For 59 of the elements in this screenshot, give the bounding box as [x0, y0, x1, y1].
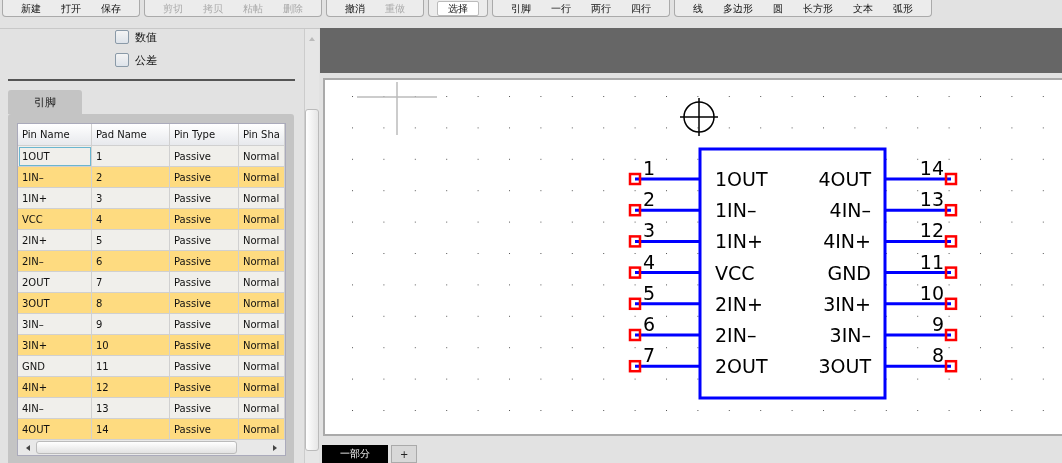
toolbar-button[interactable]: 保存 — [91, 0, 131, 16]
toolbar-button[interactable]: 选择 — [437, 0, 479, 16]
scroll-left-icon[interactable] — [24, 443, 32, 452]
pin-name: 1IN+ — [715, 230, 763, 253]
pin-name: 3IN+ — [823, 292, 871, 315]
panel-tab[interactable]: 引脚 — [8, 90, 82, 114]
toolbar-button[interactable]: 圆 — [763, 0, 793, 16]
pin-number: 2 — [643, 188, 656, 210]
checkbox-label: 数值 — [135, 29, 157, 45]
toolbar-button[interactable]: 一行 — [541, 0, 581, 16]
pin-name: 3OUT — [818, 355, 871, 377]
toolbar-button[interactable]: 线 — [683, 0, 713, 16]
toolbar-button[interactable]: 打开 — [51, 0, 91, 16]
drawing-canvas[interactable]: 1 1OUT 2 1IN– 3 1IN+ 4 VCC 5 2IN+ 6 2IN– 7 2OUT 14 4OUT 13 4IN– 12 4IN+ 11 GND 10 3IN+ 9 3IN– 8 3OUT — [323, 77, 1062, 436]
pin-name: 1OUT — [715, 167, 768, 190]
crosshair-cursor-icon — [356, 81, 438, 136]
pin-number: 13 — [919, 188, 944, 210]
sheet-tab[interactable]: + — [391, 445, 418, 463]
pin-number: 14 — [919, 156, 944, 179]
pin-name: 4IN+ — [823, 230, 871, 253]
sheet-tab[interactable]: 一部分 — [322, 445, 388, 463]
checkbox[interactable] — [115, 30, 129, 44]
pin-number: 12 — [919, 219, 944, 242]
pin-number: 6 — [643, 312, 656, 335]
pin-number: 1 — [643, 156, 656, 179]
pin-name: 4IN– — [829, 199, 871, 221]
toolbar-button[interactable]: 文本 — [843, 0, 883, 16]
pin-number: 11 — [919, 250, 944, 273]
scroll-right-icon[interactable] — [271, 443, 279, 452]
pin-name: 2IN+ — [715, 292, 763, 315]
pin-number: 9 — [931, 312, 944, 335]
origin-target-icon — [679, 97, 719, 137]
checkbox-label: 公差 — [135, 52, 157, 68]
pin-number: 3 — [643, 219, 656, 242]
toolbar-button[interactable]: 两行 — [581, 0, 621, 16]
toolbar-button[interactable]: 新建 — [11, 0, 51, 16]
toolbar-button[interactable]: 弧形 — [883, 0, 923, 16]
pin-name: GND — [827, 261, 871, 284]
checkbox[interactable] — [115, 53, 129, 67]
pin-name: VCC — [715, 261, 755, 284]
pin-number: 5 — [643, 281, 656, 304]
pin-name: 1IN– — [715, 199, 757, 221]
pin-name: 4OUT — [818, 167, 871, 190]
pin-number: 8 — [931, 344, 944, 366]
toolbar-button[interactable]: 四行 — [621, 0, 661, 16]
vertical-scrollbar[interactable] — [304, 29, 319, 463]
toolbar-button[interactable]: 长方形 — [793, 0, 843, 16]
component-body[interactable] — [698, 147, 887, 400]
pin-name: 2OUT — [715, 355, 768, 377]
pin-number: 7 — [643, 344, 656, 366]
toolbar-button[interactable]: 撤消 — [335, 0, 375, 16]
pin-number: 10 — [919, 281, 944, 304]
pin-name: 2IN– — [715, 323, 757, 346]
toolbar-button[interactable]: 引脚 — [501, 0, 541, 16]
pin-name: 3IN– — [829, 323, 871, 346]
pin-number: 4 — [643, 250, 656, 273]
horizontal-scrollbar[interactable] — [18, 440, 285, 455]
toolbar-button[interactable]: 多边形 — [713, 0, 763, 16]
table-cell[interactable]: 1OUT — [18, 146, 92, 167]
